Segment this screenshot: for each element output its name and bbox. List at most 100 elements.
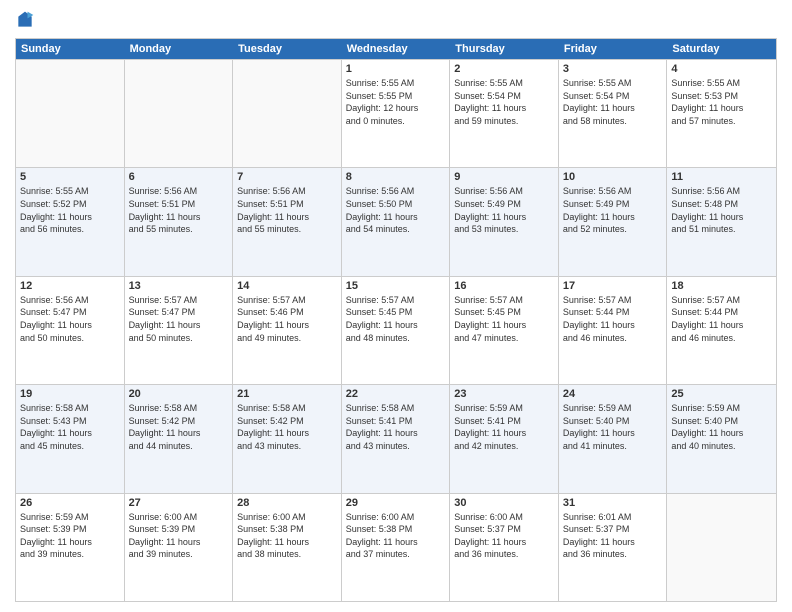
day-number: 6: [129, 171, 229, 183]
cell-info-line: and 41 minutes.: [563, 440, 663, 453]
cell-info-line: Daylight: 11 hours: [671, 211, 772, 224]
cell-info-line: and 40 minutes.: [671, 440, 772, 453]
cell-info-line: Sunset: 5:44 PM: [671, 306, 772, 319]
cell-info-line: and 43 minutes.: [237, 440, 337, 453]
weekday-header-monday: Monday: [125, 39, 234, 59]
cell-info-line: Daylight: 11 hours: [129, 427, 229, 440]
cell-info-line: and 0 minutes.: [346, 115, 446, 128]
cell-info-line: Daylight: 11 hours: [20, 427, 120, 440]
weekday-header-thursday: Thursday: [450, 39, 559, 59]
cell-info-line: and 39 minutes.: [20, 548, 120, 561]
cell-info-line: Daylight: 11 hours: [346, 211, 446, 224]
day-number: 9: [454, 171, 554, 183]
cell-info-line: Sunrise: 5:59 AM: [563, 402, 663, 415]
cell-info-line: Sunrise: 5:58 AM: [20, 402, 120, 415]
cell-info-line: Sunrise: 5:56 AM: [20, 294, 120, 307]
day-cell-12: 12Sunrise: 5:56 AMSunset: 5:47 PMDayligh…: [16, 277, 125, 384]
cell-info-line: Daylight: 11 hours: [454, 427, 554, 440]
cell-info-line: Daylight: 11 hours: [237, 319, 337, 332]
day-number: 23: [454, 388, 554, 400]
day-cell-2: 2Sunrise: 5:55 AMSunset: 5:54 PMDaylight…: [450, 60, 559, 167]
cell-info-line: Sunrise: 5:55 AM: [20, 185, 120, 198]
calendar-body: 1Sunrise: 5:55 AMSunset: 5:55 PMDaylight…: [16, 59, 776, 601]
calendar-row-2: 12Sunrise: 5:56 AMSunset: 5:47 PMDayligh…: [16, 276, 776, 384]
cell-info-line: Sunset: 5:42 PM: [237, 415, 337, 428]
day-cell-17: 17Sunrise: 5:57 AMSunset: 5:44 PMDayligh…: [559, 277, 668, 384]
cell-info-line: Daylight: 11 hours: [20, 536, 120, 549]
day-number: 28: [237, 497, 337, 509]
cell-info-line: and 36 minutes.: [563, 548, 663, 561]
cell-info-line: Daylight: 11 hours: [454, 102, 554, 115]
day-number: 27: [129, 497, 229, 509]
cell-info-line: and 57 minutes.: [671, 115, 772, 128]
cell-info-line: Sunrise: 5:56 AM: [237, 185, 337, 198]
day-number: 13: [129, 280, 229, 292]
cell-info-line: and 55 minutes.: [129, 223, 229, 236]
weekday-header-sunday: Sunday: [16, 39, 125, 59]
cell-info-line: Sunrise: 5:55 AM: [671, 77, 772, 90]
cell-info-line: Sunset: 5:47 PM: [129, 306, 229, 319]
cell-info-line: Sunrise: 5:56 AM: [454, 185, 554, 198]
cell-info-line: Sunset: 5:43 PM: [20, 415, 120, 428]
cell-info-line: Sunset: 5:54 PM: [563, 90, 663, 103]
cell-info-line: Daylight: 11 hours: [20, 319, 120, 332]
cell-info-line: Sunrise: 5:58 AM: [346, 402, 446, 415]
cell-info-line: Sunrise: 5:56 AM: [129, 185, 229, 198]
cell-info-line: Sunset: 5:40 PM: [563, 415, 663, 428]
cell-info-line: and 37 minutes.: [346, 548, 446, 561]
cell-info-line: and 50 minutes.: [20, 332, 120, 345]
cell-info-line: Sunset: 5:45 PM: [346, 306, 446, 319]
cell-info-line: and 36 minutes.: [454, 548, 554, 561]
cell-info-line: Daylight: 11 hours: [563, 319, 663, 332]
cell-info-line: Sunset: 5:38 PM: [237, 523, 337, 536]
cell-info-line: Daylight: 11 hours: [237, 427, 337, 440]
day-number: 22: [346, 388, 446, 400]
cell-info-line: and 53 minutes.: [454, 223, 554, 236]
cell-info-line: Sunset: 5:37 PM: [563, 523, 663, 536]
day-cell-26: 26Sunrise: 5:59 AMSunset: 5:39 PMDayligh…: [16, 494, 125, 601]
cell-info-line: Daylight: 11 hours: [454, 211, 554, 224]
cell-info-line: Sunset: 5:50 PM: [346, 198, 446, 211]
day-cell-27: 27Sunrise: 6:00 AMSunset: 5:39 PMDayligh…: [125, 494, 234, 601]
calendar-row-1: 5Sunrise: 5:55 AMSunset: 5:52 PMDaylight…: [16, 167, 776, 275]
cell-info-line: Daylight: 11 hours: [563, 102, 663, 115]
day-number: 7: [237, 171, 337, 183]
cell-info-line: and 45 minutes.: [20, 440, 120, 453]
day-number: 30: [454, 497, 554, 509]
empty-cell-0-1: [125, 60, 234, 167]
day-number: 10: [563, 171, 663, 183]
day-cell-20: 20Sunrise: 5:58 AMSunset: 5:42 PMDayligh…: [125, 385, 234, 492]
cell-info-line: and 47 minutes.: [454, 332, 554, 345]
cell-info-line: and 54 minutes.: [346, 223, 446, 236]
day-cell-19: 19Sunrise: 5:58 AMSunset: 5:43 PMDayligh…: [16, 385, 125, 492]
cell-info-line: Sunrise: 6:00 AM: [237, 511, 337, 524]
cell-info-line: Daylight: 11 hours: [563, 211, 663, 224]
day-number: 14: [237, 280, 337, 292]
cell-info-line: Sunset: 5:37 PM: [454, 523, 554, 536]
day-number: 18: [671, 280, 772, 292]
cell-info-line: Sunset: 5:44 PM: [563, 306, 663, 319]
day-cell-28: 28Sunrise: 6:00 AMSunset: 5:38 PMDayligh…: [233, 494, 342, 601]
weekday-header-tuesday: Tuesday: [233, 39, 342, 59]
calendar-row-4: 26Sunrise: 5:59 AMSunset: 5:39 PMDayligh…: [16, 493, 776, 601]
calendar-header: SundayMondayTuesdayWednesdayThursdayFrid…: [16, 39, 776, 59]
cell-info-line: Daylight: 11 hours: [671, 102, 772, 115]
cell-info-line: Daylight: 11 hours: [454, 319, 554, 332]
cell-info-line: Sunrise: 5:57 AM: [671, 294, 772, 307]
cell-info-line: and 55 minutes.: [237, 223, 337, 236]
cell-info-line: Sunrise: 5:57 AM: [346, 294, 446, 307]
cell-info-line: Daylight: 11 hours: [346, 427, 446, 440]
cell-info-line: Sunset: 5:53 PM: [671, 90, 772, 103]
cell-info-line: Sunrise: 6:00 AM: [454, 511, 554, 524]
day-cell-29: 29Sunrise: 6:00 AMSunset: 5:38 PMDayligh…: [342, 494, 451, 601]
cell-info-line: Sunrise: 5:57 AM: [237, 294, 337, 307]
day-number: 20: [129, 388, 229, 400]
cell-info-line: and 51 minutes.: [671, 223, 772, 236]
cell-info-line: Sunset: 5:49 PM: [563, 198, 663, 211]
empty-cell-0-2: [233, 60, 342, 167]
cell-info-line: Sunset: 5:39 PM: [129, 523, 229, 536]
cell-info-line: and 56 minutes.: [20, 223, 120, 236]
cell-info-line: Daylight: 11 hours: [129, 211, 229, 224]
cell-info-line: Sunset: 5:54 PM: [454, 90, 554, 103]
calendar: SundayMondayTuesdayWednesdayThursdayFrid…: [15, 38, 777, 602]
